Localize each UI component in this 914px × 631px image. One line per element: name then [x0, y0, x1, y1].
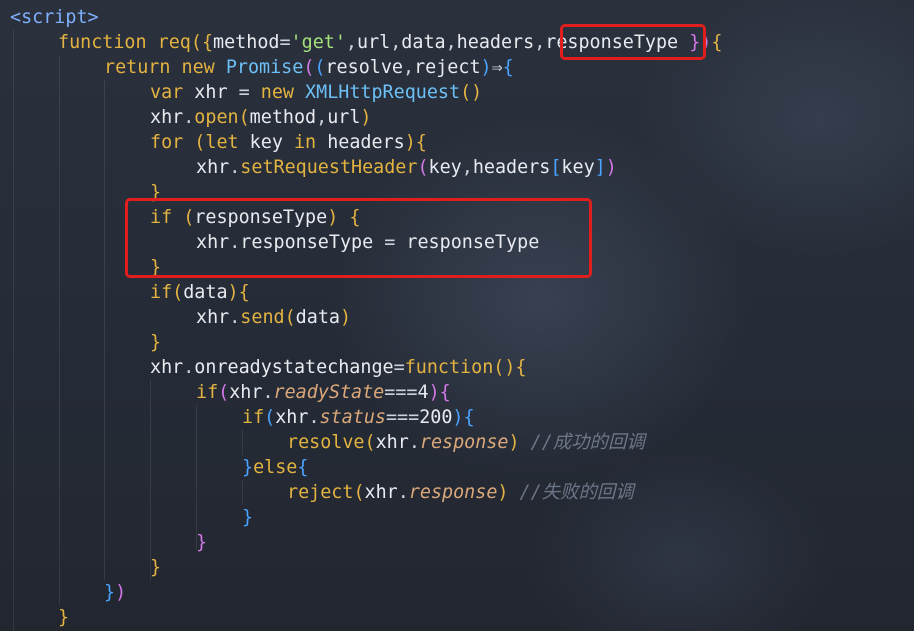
- code-editor[interactable]: <script> function req({method='get',url,…: [0, 0, 914, 631]
- code-line-19: }else{: [242, 457, 309, 478]
- indent-guide: [242, 480, 243, 505]
- code-line-17: if(xhr.status===200){: [242, 407, 475, 428]
- code-line-24: }): [104, 582, 127, 603]
- indent-guide: [196, 405, 197, 550]
- code-line-3: return new Promise((resolve,reject)⇒{: [104, 57, 514, 78]
- code-line-12: if(data){: [150, 282, 250, 303]
- highlight-box-responsetype-block: [125, 198, 592, 278]
- indent-guide: [104, 80, 105, 580]
- code-line-16: if(xhr.readyState===4){: [196, 382, 451, 403]
- highlight-box-responsetype-param: [560, 24, 706, 60]
- code-line-4: var xhr = new XMLHttpRequest(): [150, 82, 483, 103]
- indent-guide: [59, 55, 60, 605]
- code-line-18: resolve(xhr.response) //成功的回调: [287, 432, 645, 453]
- code-line-22: }: [196, 532, 208, 553]
- code-line-25: }: [58, 607, 70, 628]
- code-line-14: }: [150, 332, 162, 353]
- code-line-23: }: [150, 557, 162, 578]
- code-line-21: }: [242, 507, 254, 528]
- code-line-5: xhr.open(method,url): [150, 107, 372, 128]
- code-line-15: xhr.onreadystatechange=function(){: [150, 357, 527, 378]
- indent-guide: [150, 380, 151, 580]
- indent-guide: [242, 430, 243, 455]
- code-line-1: <script>: [10, 7, 99, 28]
- code-line-13: xhr.send(data): [196, 307, 352, 328]
- code-line-6: for (let key in headers){: [150, 132, 427, 153]
- code-line-7: xhr.setRequestHeader(key,headers[key]): [196, 157, 617, 178]
- indent-guide: [13, 30, 14, 631]
- code-line-20: reject(xhr.response) //失败的回调: [287, 482, 634, 503]
